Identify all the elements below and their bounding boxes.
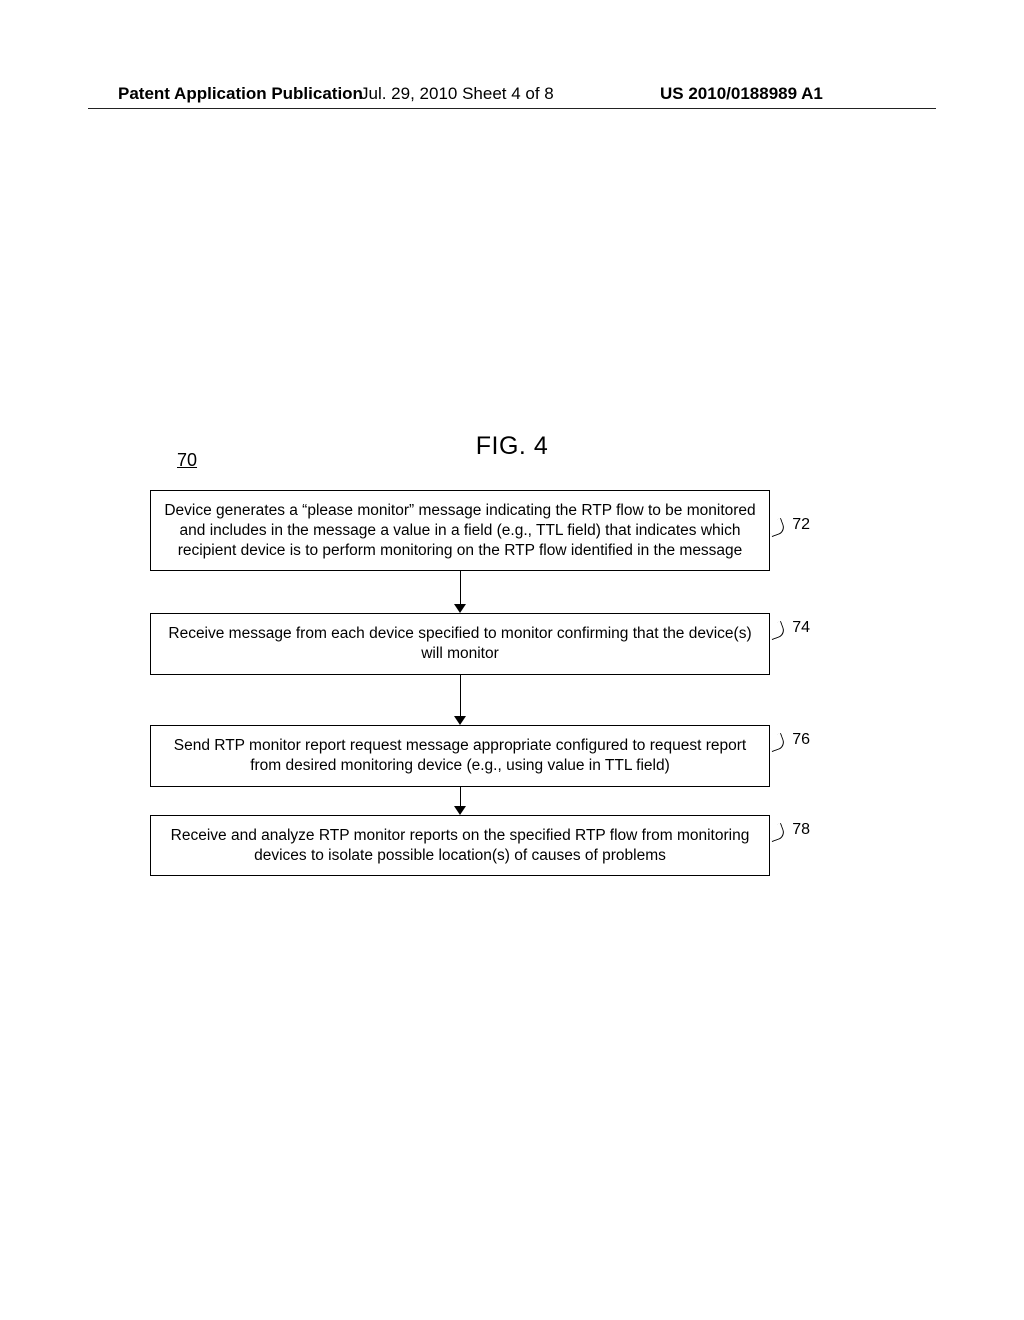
header-left: Patent Application Publication <box>118 84 363 104</box>
figure-reference-numeral: 70 <box>177 450 197 471</box>
flow-step-label: 72 <box>792 516 810 534</box>
flow-step: Send RTP monitor report request message … <box>150 725 770 787</box>
flow-step-text: Send RTP monitor report request message … <box>174 737 746 774</box>
header-right: US 2010/0188989 A1 <box>660 84 823 104</box>
flow-step-text: Device generates a “please monitor” mess… <box>164 502 755 559</box>
flow-arrow <box>150 571 770 613</box>
flow-step-box: Receive and analyze RTP monitor reports … <box>150 815 770 877</box>
flow-step-box: Receive message from each device specifi… <box>150 613 770 675</box>
flow-step-box: Device generates a “please monitor” mess… <box>150 490 770 571</box>
flow-step-text: Receive and analyze RTP monitor reports … <box>171 827 750 864</box>
flow-step-text: Receive message from each device specifi… <box>168 625 751 662</box>
flowchart: Device generates a “please monitor” mess… <box>150 490 770 876</box>
flow-step-label: 74 <box>792 619 810 637</box>
flow-step: Receive and analyze RTP monitor reports … <box>150 815 770 877</box>
flow-step-box: Send RTP monitor report request message … <box>150 725 770 787</box>
flow-step-label: 78 <box>792 821 810 839</box>
header-rule <box>88 108 936 109</box>
header-center: Jul. 29, 2010 Sheet 4 of 8 <box>360 84 554 104</box>
flow-step: Device generates a “please monitor” mess… <box>150 490 770 571</box>
flow-step-label: 76 <box>792 731 810 749</box>
flow-step: Receive message from each device specifi… <box>150 613 770 675</box>
figure-title: FIG. 4 <box>0 432 1024 461</box>
flow-arrow <box>150 675 770 725</box>
flow-arrow <box>150 787 770 815</box>
